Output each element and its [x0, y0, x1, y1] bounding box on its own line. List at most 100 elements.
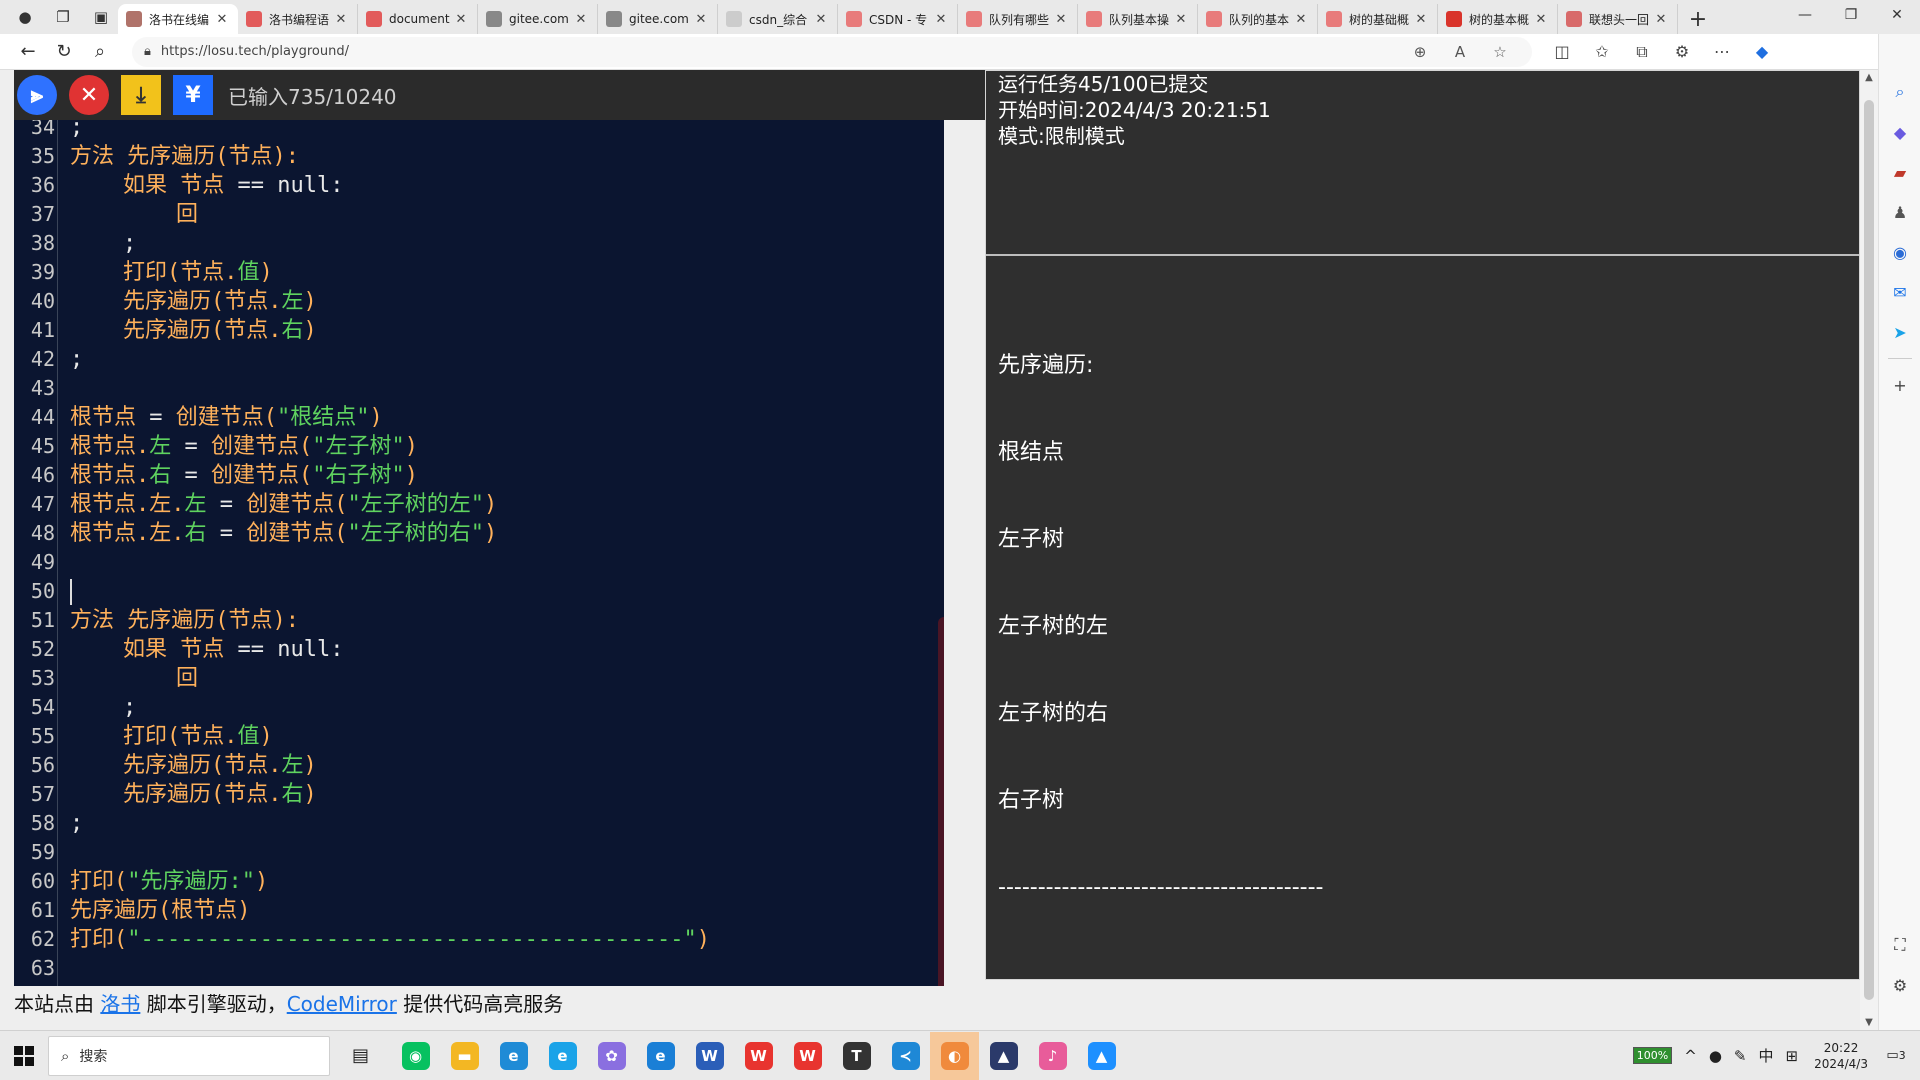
tab-close-icon[interactable]: ✕ — [813, 12, 829, 27]
zoom-icon[interactable]: ⊕ — [1400, 43, 1440, 61]
close-window-button[interactable]: ✕ — [1874, 0, 1920, 30]
code-line[interactable]: 根节点.左.右 = 创建节点("左子树的右") — [70, 519, 497, 548]
sidebar-search-icon[interactable]: ⌕ — [1879, 72, 1920, 112]
tab-actions-icon[interactable]: ▣ — [84, 2, 118, 32]
tab-close-icon[interactable]: ✕ — [1293, 12, 1309, 27]
split-screen-icon[interactable]: ◫ — [1542, 42, 1582, 62]
tab-close-icon[interactable]: ✕ — [214, 12, 230, 27]
code-line[interactable]: 打印("先序遍历:") — [70, 867, 268, 896]
browser-tab[interactable]: 队列的基本 ✕ — [1198, 4, 1318, 34]
extensions-icon[interactable]: ⚙ — [1662, 42, 1702, 62]
qq-icon[interactable]: ● — [1709, 1047, 1722, 1065]
sidebar-games-icon[interactable]: ♟ — [1879, 192, 1920, 232]
browser-tab[interactable]: document ✕ — [358, 4, 478, 34]
taskbar-app-edge[interactable]: e — [636, 1032, 685, 1080]
browser-tab[interactable]: 联想头一回 ✕ — [1558, 4, 1678, 34]
scroll-up-icon[interactable]: ▲ — [1860, 72, 1878, 83]
code-line[interactable]: ; — [70, 345, 83, 374]
code-line[interactable]: 先序遍历(节点.左) — [70, 751, 317, 780]
run-button[interactable]: ⫸ — [14, 72, 60, 118]
sidebar-settings-icon[interactable]: ⚙ — [1879, 965, 1920, 1005]
code-line[interactable]: 先序遍历(节点.左) — [70, 287, 317, 316]
browser-tab[interactable]: csdn_综合 ✕ — [718, 4, 838, 34]
ime-indicator[interactable]: 中 — [1759, 1045, 1774, 1066]
back-button[interactable]: ← — [10, 37, 46, 67]
losu-link[interactable]: 洛书 — [100, 992, 140, 1016]
url-box[interactable]: 🔒︎ https://losu.tech/playground/ ⊕ A ☆ — [132, 36, 1532, 67]
code-line[interactable]: 回 — [70, 664, 198, 693]
start-button[interactable] — [0, 1032, 48, 1080]
browser-tab[interactable]: 树的基础概 ✕ — [1318, 4, 1438, 34]
code-line[interactable]: 根节点.左.左 = 创建节点("左子树的左") — [70, 490, 497, 519]
taskbar-app-wps-alt[interactable]: W — [783, 1032, 832, 1080]
code-line[interactable]: ; — [70, 229, 136, 258]
notification-button[interactable]: ▭ 3 — [1878, 1038, 1914, 1074]
keyboard-layout-icon[interactable]: ⊞ — [1786, 1047, 1799, 1065]
browser-tab[interactable]: 树的基本概 ✕ — [1438, 4, 1558, 34]
tab-close-icon[interactable]: ✕ — [693, 12, 709, 27]
taskbar-app-vscode[interactable]: ≺ — [881, 1032, 930, 1080]
code-line[interactable]: 打印("------------------------------------… — [70, 925, 710, 954]
search-icon[interactable]: ⌕ — [82, 37, 118, 67]
url-text[interactable]: https://losu.tech/playground/ — [161, 44, 1400, 59]
code-line[interactable]: 方法 先序遍历(节点): — [70, 142, 299, 171]
tab-close-icon[interactable]: ✕ — [1053, 12, 1069, 27]
tab-close-icon[interactable]: ✕ — [573, 12, 589, 27]
tab-close-icon[interactable]: ✕ — [1533, 12, 1549, 27]
minimize-button[interactable]: — — [1782, 0, 1828, 30]
read-aloud-icon[interactable]: A — [1440, 43, 1480, 61]
code-line[interactable]: 根节点.左 = 创建节点("左子树") — [70, 432, 418, 461]
sidebar-shopping-icon[interactable]: ◆ — [1879, 112, 1920, 152]
collections-icon[interactable]: ⧉ — [1622, 42, 1662, 62]
browser-tab[interactable]: 洛书编程语 ✕ — [238, 4, 358, 34]
tab-close-icon[interactable]: ✕ — [453, 12, 469, 27]
editor-scrollbar[interactable] — [938, 617, 944, 986]
code-line[interactable]: ; — [70, 693, 136, 722]
lock-icon[interactable]: 🔒︎ — [144, 44, 151, 59]
taskbar-app-word[interactable]: W — [685, 1032, 734, 1080]
profile-icon[interactable]: ● — [8, 2, 42, 32]
tab-close-icon[interactable]: ✕ — [933, 12, 949, 27]
code-line[interactable]: 如果 节点 == null: — [70, 635, 343, 664]
taskbar-app-file-explorer[interactable]: ▬ — [440, 1032, 489, 1080]
browser-tab[interactable]: gitee.com ✕ — [598, 4, 718, 34]
code-line[interactable]: 根节点.右 = 创建节点("右子树") — [70, 461, 418, 490]
taskbar-app-photo-app[interactable]: ▲ — [1077, 1032, 1126, 1080]
task-view-button[interactable]: ▤ — [336, 1032, 385, 1080]
restore-button[interactable]: ❐ — [1828, 0, 1874, 30]
code-line[interactable]: 先序遍历(节点.右) — [70, 780, 317, 809]
refresh-button[interactable]: ↻ — [46, 37, 82, 67]
pen-icon[interactable]: ✎ — [1734, 1047, 1747, 1065]
taskbar-app-cat-app[interactable]: ▲ — [979, 1032, 1028, 1080]
taskbar-app-typora[interactable]: T — [832, 1032, 881, 1080]
page-scrollbar[interactable]: ▲ ▼ — [1860, 70, 1878, 1030]
new-tab-button[interactable]: + — [1678, 4, 1718, 34]
taskbar-search-box[interactable]: ⌕ 搜索 — [48, 1035, 330, 1076]
code-line[interactable]: 先序遍历(根节点) — [70, 896, 251, 925]
code-line[interactable]: 根节点 = 创建节点("根结点") — [70, 403, 383, 432]
browser-tab[interactable]: 洛书在线编 ✕ — [118, 4, 238, 34]
code-editor[interactable]: 34 35 36 37 38 39 40 41 42 43 44 45 46 47 48 49 50 51 52 53… — [14, 120, 944, 986]
code-line[interactable]: 回 — [70, 200, 198, 229]
taskbar-app-active-app[interactable]: ◐ — [930, 1031, 979, 1080]
sidebar-office-icon[interactable]: ◉ — [1879, 232, 1920, 272]
battery-indicator[interactable]: 100% — [1632, 1047, 1673, 1064]
code-line[interactable]: 打印(节点.值) — [70, 258, 273, 287]
yen-button[interactable]: ¥ — [170, 72, 216, 118]
sidebar-add-icon[interactable]: + — [1879, 365, 1920, 405]
taskbar-app-app-cluster[interactable]: ✿ — [587, 1032, 636, 1080]
copilot-icon[interactable]: ◆ — [1742, 42, 1782, 62]
workspaces-icon[interactable]: ❐ — [46, 2, 80, 32]
stop-button[interactable]: ✕ — [66, 72, 112, 118]
scroll-down-icon[interactable]: ▼ — [1860, 1017, 1878, 1028]
sidebar-outlook-icon[interactable]: ✉ — [1879, 272, 1920, 312]
clock[interactable]: 20:22 2024/4/3 — [1814, 1040, 1868, 1072]
sidebar-drop-icon[interactable]: ➤ — [1879, 312, 1920, 352]
browser-tab[interactable]: 队列有哪些 ✕ — [958, 4, 1078, 34]
tab-close-icon[interactable]: ✕ — [1413, 12, 1429, 27]
taskbar-app-edge-beta[interactable]: e — [538, 1032, 587, 1080]
sidebar-screenshot-icon[interactable]: ⛶ — [1879, 925, 1920, 965]
code-line[interactable]: 如果 节点 == null: — [70, 171, 343, 200]
tab-close-icon[interactable]: ✕ — [333, 12, 349, 27]
tab-close-icon[interactable]: ✕ — [1173, 12, 1189, 27]
